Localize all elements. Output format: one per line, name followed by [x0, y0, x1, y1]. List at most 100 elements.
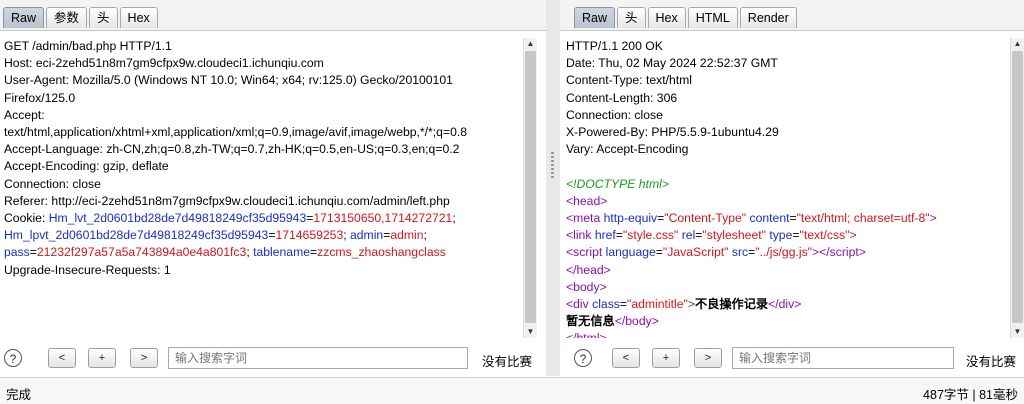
code-token: div [778, 297, 795, 312]
code-token: Host: eci-2zehd51n8m7gm9cfpx9w.cloudeci1… [4, 56, 324, 71]
code-token: text/html,application/xhtml+xml,applicat… [4, 125, 468, 140]
code-token: </ [768, 297, 779, 312]
request-tab-headers[interactable]: 头 [89, 7, 118, 28]
code-token: admin [390, 228, 424, 243]
next-button[interactable]: > [130, 348, 158, 368]
response-line: </html> [566, 330, 1014, 338]
response-line: 暂无信息</body> [566, 313, 1014, 330]
request-search-bar: ? < + > 没有比赛 [0, 345, 546, 375]
response-line: Connection: close [566, 107, 1014, 124]
code-token: Date: Thu, 02 May 2024 22:52:37 GMT [566, 56, 778, 71]
response-editor[interactable]: HTTP/1.1 200 OK Date: Thu, 02 May 2024 22… [566, 38, 1014, 338]
request-search-input[interactable] [168, 347, 468, 369]
code-token: href [594, 228, 616, 243]
code-token: User-Agent: Mozilla/5.0 (Windows NT 10.0… [4, 73, 453, 88]
previous-button[interactable]: < [612, 348, 640, 368]
add-button[interactable]: + [88, 348, 116, 368]
code-token: </ [614, 314, 626, 329]
response-tab-bar: Raw 头 Hex HTML Render [560, 0, 1024, 31]
code-token: "Content-Type" [664, 211, 747, 226]
code-token: http-equiv [603, 211, 658, 226]
response-line: Content-Type: text/html [566, 72, 1014, 89]
code-token: div [573, 297, 589, 312]
code-token: 暂无信息 [566, 314, 615, 329]
code-token: Hm_lvt_2d0601bd28de7d49818249cf35d95943 [48, 211, 307, 226]
code-token: head [576, 262, 604, 277]
code-token: Accept: [4, 107, 45, 122]
code-token: script [573, 245, 603, 260]
add-button[interactable]: + [652, 348, 680, 368]
previous-button[interactable]: < [48, 348, 76, 368]
code-token: Accept-Encoding: gzip, deflate [4, 159, 169, 174]
scroll-up-icon[interactable]: ▲ [524, 38, 537, 50]
match-count-label: 没有比赛 [966, 355, 1017, 369]
request-line: Cookie: Hm_lvt_2d0601bd28de7d49818249cf3… [4, 210, 516, 227]
request-editor[interactable]: GET /admin/bad.php HTTP/1.1 Host: eci-2ze… [4, 38, 516, 338]
scroll-thumb[interactable] [525, 51, 536, 323]
code-token: X-Powered-By: PHP/5.5.9-1ubuntu4.29 [566, 125, 779, 140]
response-tab-headers[interactable]: 头 [617, 7, 646, 28]
request-tab-bar: Raw 参数 头 Hex [0, 0, 546, 31]
response-tab-render[interactable]: Render [739, 7, 797, 28]
response-tab-html[interactable]: HTML [687, 7, 738, 28]
response-line [566, 158, 1014, 175]
pane-splitter[interactable] [546, 0, 560, 376]
request-line: User-Agent: Mozilla/5.0 (Windows NT 10.0… [4, 72, 516, 89]
code-token: Upgrade-Insecure-Requests: 1 [4, 262, 171, 277]
code-token: > [603, 262, 611, 277]
code-token: "../js/gg.js" [755, 245, 812, 260]
code-token: "style.css" [622, 228, 679, 243]
request-pane: Raw 参数 头 Hex GET /admin/bad.php HTTP/1.1… [0, 0, 546, 376]
code-token: "text/html; charset=utf-8" [796, 211, 930, 226]
request-line: Host: eci-2zehd51n8m7gm9cfpx9w.cloudeci1… [4, 55, 516, 72]
response-line: <div class="admintitle">不良操作记录</div> [566, 296, 1014, 313]
code-token: </ [566, 262, 577, 277]
response-scrollbar[interactable]: ▲ ▼ [1010, 38, 1024, 338]
response-line: <script language="JavaScript" src="../js… [566, 244, 1014, 261]
response-search-input[interactable] [732, 347, 954, 369]
response-line: <head> [566, 193, 1014, 210]
response-line: <meta http-equiv="Content-Type" content=… [566, 210, 1014, 227]
code-token: > [599, 279, 607, 294]
request-tab-params[interactable]: 参数 [46, 7, 88, 28]
code-token: "stylesheet" [702, 228, 766, 243]
code-token: ; [423, 228, 427, 243]
response-stats: 487字节 | 81毫秒 [923, 388, 1018, 402]
code-token: Referer: http://eci-2zehd51n8m7gm9cfpx9w… [4, 193, 450, 208]
code-token: > [794, 297, 802, 312]
request-line: Accept-Encoding: gzip, deflate [4, 158, 516, 175]
response-search-bar: ? < + > 没有比赛 [560, 345, 1024, 375]
request-line: Upgrade-Insecure-Requests: 1 [4, 262, 516, 279]
code-token: src [731, 245, 749, 260]
next-button[interactable]: > [694, 348, 722, 368]
request-tab-hex[interactable]: Hex [119, 7, 158, 28]
scroll-up-icon[interactable]: ▲ [1011, 38, 1024, 50]
scroll-thumb[interactable] [1012, 51, 1023, 323]
status-text: 完成 [6, 388, 32, 402]
help-icon[interactable]: ? [574, 349, 592, 367]
request-line: Accept: [4, 107, 516, 124]
request-tab-raw[interactable]: Raw [3, 7, 45, 28]
help-icon[interactable]: ? [4, 349, 22, 367]
code-token: = [29, 245, 37, 260]
code-token: zzcms_zhaoshangclass [317, 245, 446, 260]
response-tab-hex[interactable]: Hex [647, 7, 686, 28]
code-token: class [592, 297, 620, 312]
code-token: body [573, 279, 600, 294]
code-token: admin [350, 228, 384, 243]
code-token: > [929, 211, 937, 226]
scroll-down-icon[interactable]: ▼ [1011, 326, 1024, 338]
response-tab-raw[interactable]: Raw [574, 7, 616, 28]
code-token: > [858, 245, 866, 260]
match-count-label: 没有比赛 [482, 355, 533, 369]
scroll-down-icon[interactable]: ▼ [524, 326, 537, 338]
code-token: meta [573, 211, 601, 226]
code-token: "text/css" [799, 228, 850, 243]
code-token: Firefox/125.0 [4, 90, 76, 105]
code-token: </ [819, 245, 830, 260]
code-token: > [651, 314, 659, 329]
response-line: Vary: Accept-Encoding [566, 141, 1014, 158]
splitter-grip-icon[interactable] [551, 152, 554, 178]
code-token: body [625, 314, 652, 329]
request-scrollbar[interactable]: ▲ ▼ [523, 38, 537, 338]
